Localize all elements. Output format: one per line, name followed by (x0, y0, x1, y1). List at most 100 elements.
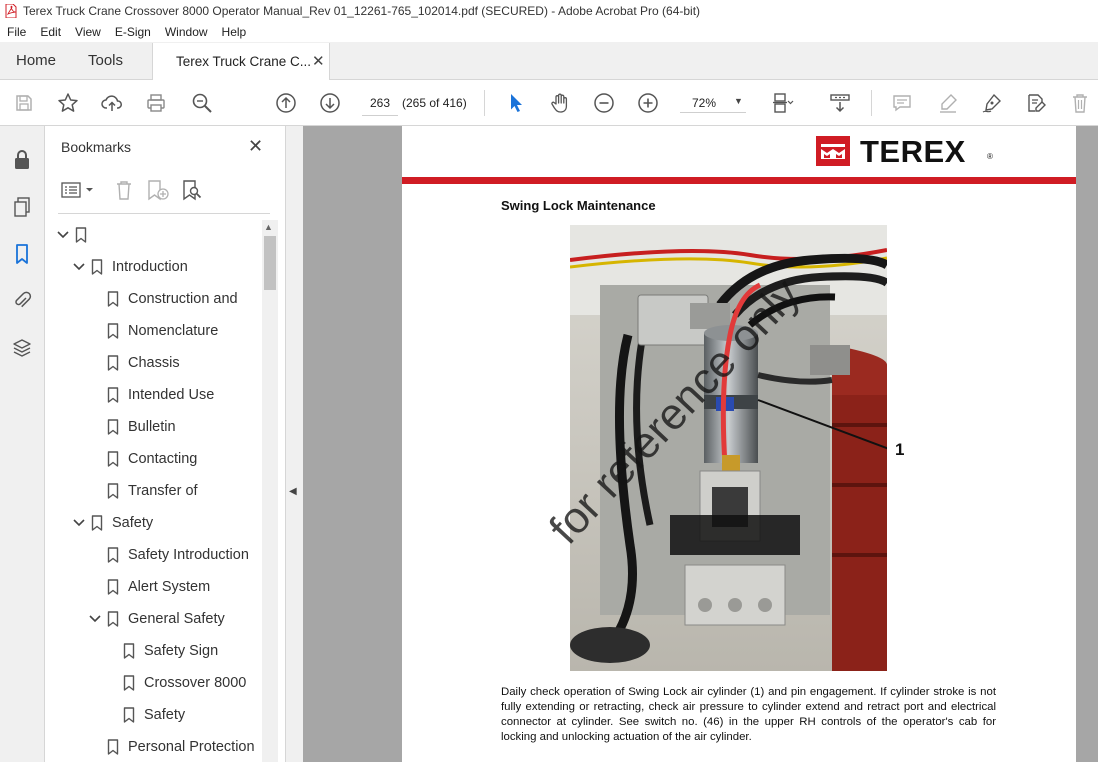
trash-icon[interactable] (1068, 91, 1092, 115)
collapse-panel-arrow-icon[interactable]: ◀ (289, 486, 297, 497)
bookmark-icon (106, 611, 120, 627)
page-count: (265 of 416) (402, 96, 467, 110)
bookmark-icon (106, 323, 120, 339)
tab-home[interactable]: Home (16, 52, 56, 69)
bookmark-item[interactable]: Safety (104, 699, 185, 731)
save-icon[interactable] (12, 91, 36, 115)
page-number-input[interactable] (362, 91, 398, 116)
bookmark-item[interactable]: Personal Protection (88, 731, 255, 763)
chevron-down-icon[interactable] (56, 228, 70, 242)
bookmark-label: Safety Sign (144, 643, 219, 659)
options-menu-icon[interactable] (60, 178, 96, 202)
bookmark-scrollbar[interactable] (262, 220, 278, 762)
chevron-down-icon[interactable] (72, 260, 86, 274)
bookmark-icon (90, 515, 104, 531)
new-bookmark-icon[interactable] (146, 178, 170, 202)
scroll-up-arrow-icon[interactable]: ▲ (264, 222, 273, 232)
hand-tool-icon[interactable] (548, 91, 572, 115)
zoom-in-icon[interactable] (636, 91, 660, 115)
attachment-icon[interactable] (10, 288, 34, 312)
bookmark-item[interactable]: Bulletin (88, 411, 176, 443)
scrollbar-thumb[interactable] (264, 236, 276, 290)
zoom-out-icon[interactable] (592, 91, 616, 115)
bookmark-icon (106, 291, 120, 307)
menu-esign[interactable]: E-Sign (108, 25, 158, 39)
bookmark-icon (106, 387, 120, 403)
tab-tools[interactable]: Tools (88, 52, 123, 69)
menu-view[interactable]: View (68, 25, 108, 39)
menu-file[interactable]: File (0, 25, 33, 39)
panel-divider (58, 213, 270, 214)
bookmark-icon (106, 355, 120, 371)
bookmark-item[interactable]: Contacting (88, 443, 197, 475)
comment-icon[interactable] (890, 91, 914, 115)
bookmark-label: Safety (112, 515, 154, 531)
bookmark-item[interactable] (56, 219, 96, 251)
bookmark-item[interactable]: Crossover 8000 (104, 667, 246, 699)
bookmark-item[interactable]: Safety (72, 507, 153, 539)
close-tab-icon[interactable]: ✕ (312, 52, 325, 70)
menu-bar: File Edit View E-Sign Window Help (0, 22, 1098, 42)
menu-window[interactable]: Window (158, 25, 215, 39)
bookmark-item[interactable]: Alert System (88, 571, 210, 603)
bookmark-icon (122, 643, 136, 659)
close-panel-icon[interactable]: ✕ (248, 136, 263, 157)
chevron-down-icon[interactable] (72, 516, 86, 530)
bookmark-item[interactable]: Construction and (88, 283, 238, 315)
edit-pdf-icon[interactable] (1024, 91, 1048, 115)
bookmark-icon (74, 227, 88, 243)
find-bookmark-icon[interactable] (180, 178, 204, 202)
zoom-search-icon[interactable] (190, 91, 214, 115)
bookmark-label: Construction and (128, 291, 238, 307)
highlight-pen-icon[interactable] (936, 91, 960, 115)
page-thumbnails-icon[interactable] (10, 195, 34, 219)
bookmark-label: Contacting (128, 451, 198, 467)
page-display-icon[interactable] (770, 91, 794, 115)
header-rule (402, 177, 1076, 184)
terex-logo-text: TEREX (860, 134, 966, 169)
chevron-down-icon[interactable] (88, 612, 102, 626)
layers-icon[interactable] (10, 336, 34, 360)
bookmark-icon (106, 419, 120, 435)
star-bookmark-icon[interactable] (56, 91, 80, 115)
print-icon[interactable] (144, 91, 168, 115)
scroll-mode-icon[interactable] (828, 91, 852, 115)
bookmark-label: Safety Introduction (128, 547, 249, 563)
bookmark-item[interactable]: Safety Introduction (88, 539, 249, 571)
menu-edit[interactable]: Edit (33, 25, 68, 39)
menu-help[interactable]: Help (215, 25, 254, 39)
sign-pen-icon[interactable] (980, 91, 1004, 115)
document-scroll-gutter[interactable] (1076, 126, 1098, 762)
bookmark-item[interactable]: Transfer of (88, 475, 198, 507)
panel-splitter[interactable] (285, 126, 303, 762)
bookmark-item[interactable]: Introduction (72, 251, 188, 283)
cloud-upload-icon[interactable] (100, 91, 124, 115)
bookmark-label: General Safety (128, 611, 225, 627)
bookmark-item[interactable]: Chassis (88, 347, 180, 379)
bookmark-label: Crossover 8000 (144, 675, 247, 691)
bookmark-label: Introduction (112, 259, 188, 275)
lock-icon[interactable] (10, 148, 34, 172)
chevron-down-icon: ▼ (734, 96, 743, 106)
bookmark-item[interactable]: Safety Sign (104, 635, 218, 667)
next-page-icon[interactable] (318, 91, 342, 115)
select-cursor-icon[interactable] (504, 91, 528, 115)
section-title: Swing Lock Maintenance (501, 198, 656, 213)
bookmark-item[interactable]: Nomenclature (88, 315, 218, 347)
callout-number: 1 (895, 440, 905, 459)
panel-title: Bookmarks (61, 139, 132, 155)
bookmark-item[interactable]: General Safety (88, 603, 225, 635)
bookmark-panel-icon[interactable] (10, 242, 34, 266)
tab-document-label: Terex Truck Crane C... (176, 54, 312, 69)
bookmark-item[interactable]: Intended Use (88, 379, 214, 411)
delete-bookmark-icon[interactable] (112, 178, 136, 202)
previous-page-icon[interactable] (274, 91, 298, 115)
